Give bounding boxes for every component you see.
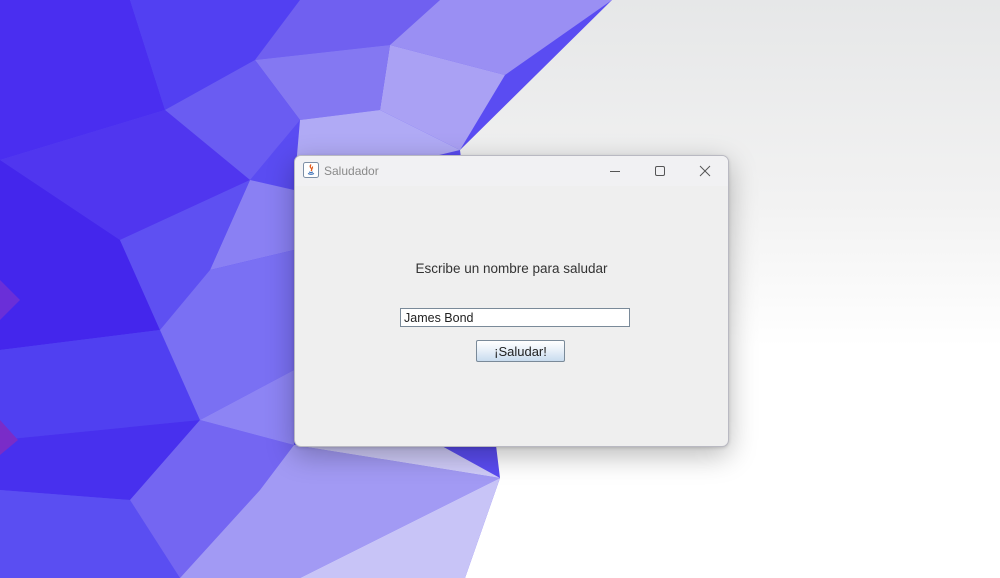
minimize-icon: [610, 171, 620, 172]
window-title: Saludador: [324, 164, 379, 178]
app-window: Saludador Escribe un nombre para saludar: [294, 155, 729, 447]
minimize-button[interactable]: [593, 156, 637, 186]
maximize-icon: [655, 166, 665, 176]
close-icon: [699, 165, 711, 177]
name-input[interactable]: [400, 308, 630, 327]
maximize-button[interactable]: [638, 156, 682, 186]
prompt-label: Escribe un nombre para saludar: [415, 261, 608, 276]
window-content: Escribe un nombre para saludar ¡Saludar!: [295, 186, 728, 446]
desktop: Saludador Escribe un nombre para saludar: [0, 0, 1000, 578]
title-bar[interactable]: Saludador: [295, 156, 728, 186]
greet-button[interactable]: ¡Saludar!: [476, 340, 565, 362]
close-button[interactable]: [683, 156, 727, 186]
java-icon: [303, 162, 319, 178]
